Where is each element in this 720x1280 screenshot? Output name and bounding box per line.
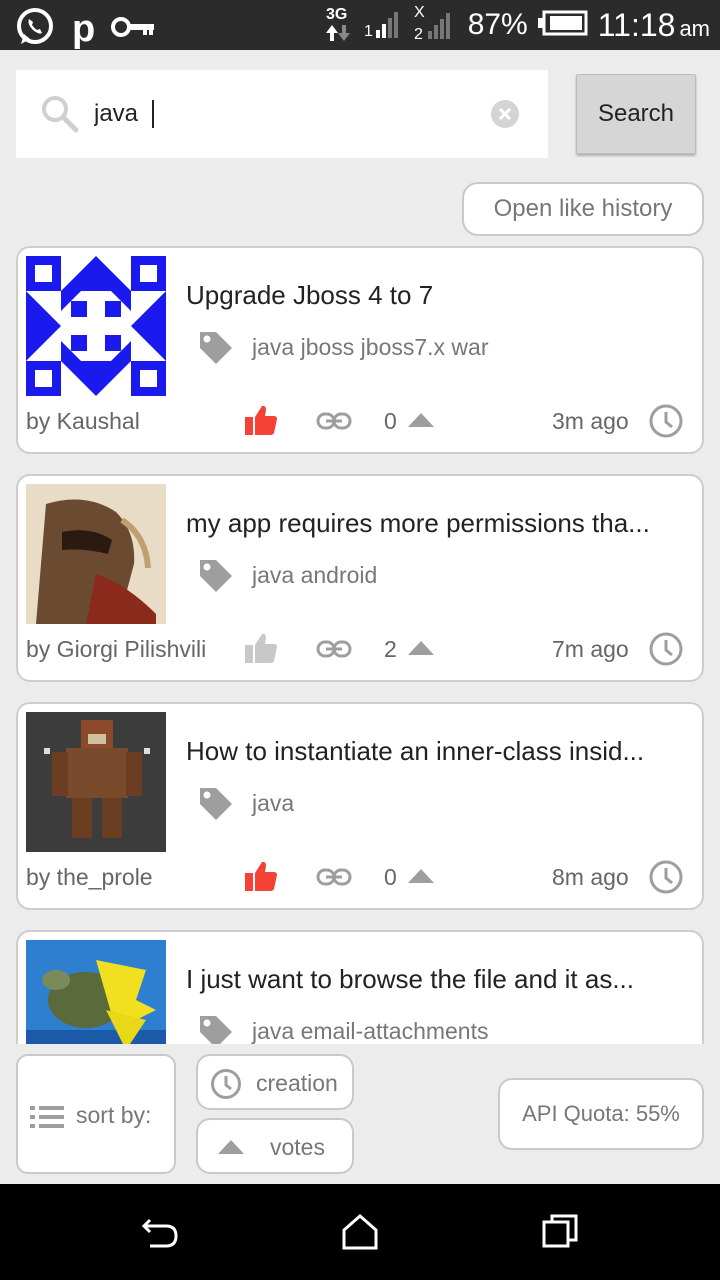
clear-search-icon[interactable] <box>490 99 520 133</box>
search-button[interactable]: Search <box>576 74 696 154</box>
question-author: by Giorgi Pilishvili <box>26 636 207 662</box>
avatar <box>26 256 166 396</box>
clock-icon <box>210 1068 242 1104</box>
triangle-up-icon <box>218 1140 244 1160</box>
avatar <box>26 940 166 1044</box>
question-time: 7m ago <box>552 636 629 662</box>
signal-sim2-icon: X2 <box>414 3 458 47</box>
clock-icon <box>648 859 684 899</box>
question-tags: java jboss jboss7.x war <box>252 334 489 360</box>
question-card[interactable]: my app requires more permissions tha... … <box>16 474 704 682</box>
like-icon[interactable] <box>244 860 278 896</box>
time-ampm: am <box>679 15 710 41</box>
sort-votes-label: votes <box>270 1134 325 1160</box>
question-card[interactable]: I just want to browse the file and it as… <box>16 930 704 1044</box>
question-author: by Kaushal <box>26 408 140 434</box>
question-title[interactable]: my app requires more permissions tha... <box>186 508 686 539</box>
question-tags: java android <box>252 562 378 588</box>
sort-votes-button[interactable]: votes <box>196 1118 354 1174</box>
link-icon[interactable] <box>316 639 352 663</box>
vote-up-icon[interactable] <box>408 869 434 889</box>
question-card[interactable]: Upgrade Jboss 4 to 7 java jboss jboss7.x… <box>16 246 704 454</box>
back-icon[interactable] <box>140 1212 180 1256</box>
recent-apps-icon[interactable] <box>540 1212 580 1256</box>
question-time: 8m ago <box>552 864 629 890</box>
question-title[interactable]: Upgrade Jboss 4 to 7 <box>186 280 686 311</box>
battery-percent: 87% <box>467 8 528 41</box>
p-icon: p <box>72 8 96 50</box>
svg-text:2: 2 <box>414 26 423 43</box>
home-icon[interactable] <box>340 1212 380 1256</box>
sort-by-box[interactable]: sort by: <box>16 1054 176 1174</box>
text-caret <box>152 100 154 128</box>
question-title[interactable]: I just want to browse the file and it as… <box>186 964 686 995</box>
api-quota-badge: API Quota: 55% <box>498 1078 704 1150</box>
svg-text:3G: 3G <box>326 6 347 23</box>
signal-sim1-icon: 1 <box>364 6 404 44</box>
time-value: 11:18 <box>597 6 676 43</box>
search-input[interactable] <box>94 96 474 132</box>
network-3g-icon: 3G <box>324 3 354 47</box>
open-like-history-button[interactable]: Open like history <box>462 182 704 236</box>
question-card[interactable]: How to instantiate an inner-class insid.… <box>16 702 704 910</box>
search-icon <box>40 94 80 138</box>
clock-time: 11:18 am <box>598 7 710 44</box>
question-time: 3m ago <box>552 408 629 434</box>
question-list[interactable]: Upgrade Jboss 4 to 7 java jboss jboss7.x… <box>0 244 720 1044</box>
like-icon[interactable] <box>244 632 278 668</box>
battery-icon <box>537 10 588 40</box>
key-icon <box>111 15 157 43</box>
list-icon <box>30 1106 66 1132</box>
vote-count: 2 <box>384 636 397 662</box>
tag-icon <box>198 330 234 370</box>
whatsapp-icon <box>14 6 56 52</box>
svg-text:X: X <box>414 4 425 21</box>
vote-up-icon[interactable] <box>408 641 434 661</box>
question-author: by the_prole <box>26 864 153 890</box>
svg-text:1: 1 <box>364 23 373 40</box>
search-box[interactable] <box>16 70 548 158</box>
sort-toolbar: sort by: creation votes API Quota: 55% <box>0 1044 720 1184</box>
like-icon[interactable] <box>244 404 278 440</box>
status-bar: p 3G 1 X2 87% 11:18 am <box>0 0 720 50</box>
clock-icon <box>648 403 684 443</box>
vote-count: 0 <box>384 864 397 890</box>
avatar <box>26 484 166 624</box>
clock-icon <box>648 631 684 671</box>
question-tags: java email-attachments <box>252 1018 489 1044</box>
sort-creation-label: creation <box>256 1070 338 1096</box>
tag-icon <box>198 1014 234 1044</box>
tag-icon <box>198 558 234 598</box>
link-icon[interactable] <box>316 411 352 435</box>
vote-up-icon[interactable] <box>408 413 434 433</box>
avatar <box>26 712 166 852</box>
tag-icon <box>198 786 234 826</box>
sort-by-label: sort by: <box>76 1102 152 1128</box>
vote-count: 0 <box>384 408 397 434</box>
navigation-bar <box>0 1184 720 1280</box>
question-tags: java <box>252 790 295 816</box>
question-title[interactable]: How to instantiate an inner-class insid.… <box>186 736 686 767</box>
sort-creation-button[interactable]: creation <box>196 1054 354 1110</box>
link-icon[interactable] <box>316 867 352 891</box>
